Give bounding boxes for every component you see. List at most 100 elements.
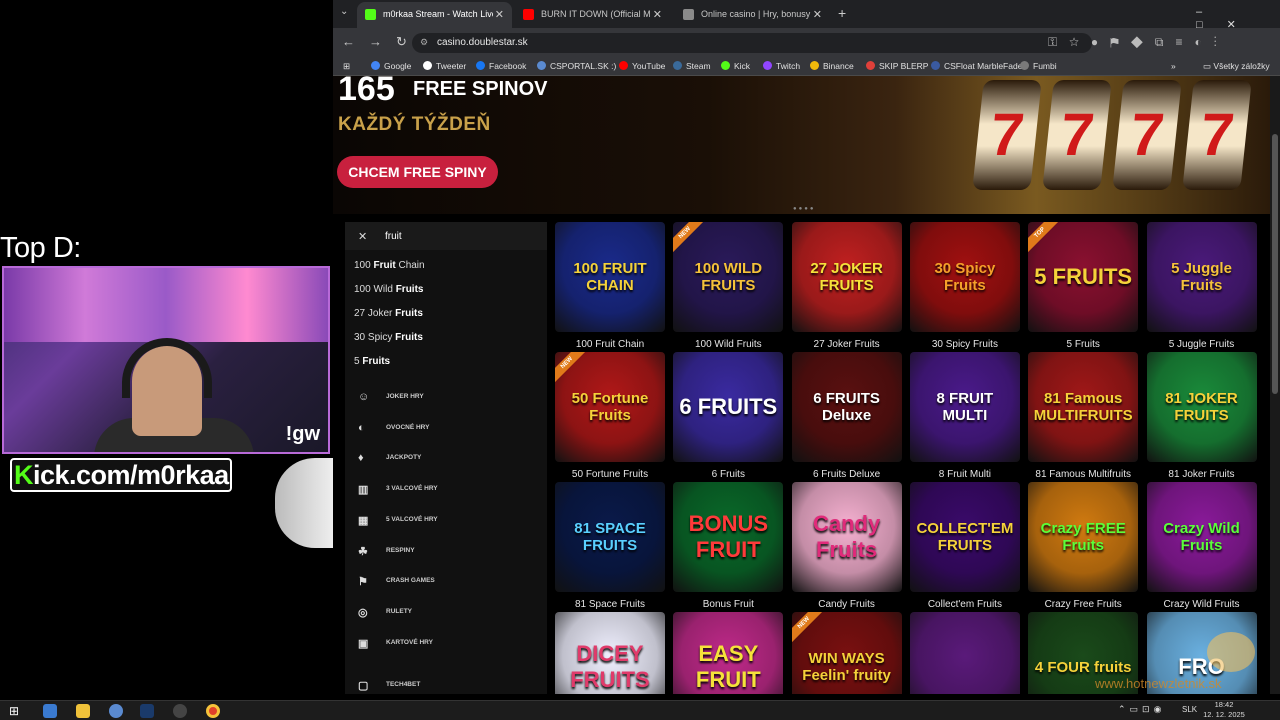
game-title[interactable]: 50 Fortune Fruits: [555, 469, 665, 480]
browser-tab[interactable]: m0rkaa Stream - Watch Live on Kick✕: [357, 2, 512, 28]
all-bookmarks-folder[interactable]: ▭ Všetky záložky: [1203, 61, 1270, 72]
game-title[interactable]: Collect'em Fruits: [910, 599, 1020, 610]
extension-icons[interactable]: ⚿☆●⚑◆⧉≡◐⋮: [1048, 35, 1229, 50]
category-5-valcov-hry[interactable]: ▦ 5 VALCOVÉ HRY: [345, 508, 547, 532]
bookmark-item[interactable]: Kick: [721, 61, 750, 71]
site-info-icon[interactable]: ⚙: [420, 37, 428, 48]
game-title[interactable]: Crazy Free Fruits: [1028, 599, 1138, 610]
game-thumbnail[interactable]: 81 JOKER FRUITS: [1146, 352, 1257, 462]
more-bookmarks-icon[interactable]: »: [1171, 61, 1176, 71]
game-card[interactable]: 81 SPACE FRUITS 81 Space Fruits: [555, 482, 665, 612]
game-thumbnail[interactable]: Candy Fruits: [791, 482, 902, 592]
bookmark-item[interactable]: Facebook: [476, 61, 526, 71]
category-kartov-hry[interactable]: ▣ KARTOVÉ HRY: [345, 631, 547, 655]
bookmark-item[interactable]: Twitch: [763, 61, 800, 71]
game-thumbnail[interactable]: 100 FRUIT CHAIN: [555, 222, 665, 332]
new-tab-button[interactable]: +: [838, 5, 846, 21]
bookmark-item[interactable]: SKIP BLERP: [866, 61, 928, 71]
game-thumbnail[interactable]: DICEY FRUITS: [555, 612, 665, 694]
bookmark-item[interactable]: Fumbi: [1020, 61, 1057, 71]
game-thumbnail[interactable]: 100 WILD FRUITS NEW: [673, 222, 784, 332]
bookmark-item[interactable]: Google: [371, 61, 411, 71]
browser-tab[interactable]: Online casino | Hry, bonusy a free spiny…: [675, 2, 830, 28]
game-thumbnail[interactable]: Crazy FREE Fruits: [1028, 482, 1139, 592]
game-title[interactable]: 100 Fruit Chain: [555, 339, 665, 350]
game-thumbnail[interactable]: 6 FRUITS Deluxe: [791, 352, 902, 462]
game-thumbnail[interactable]: 30 Spicy Fruits: [909, 222, 1020, 332]
category-tech4bet[interactable]: ▢ TECH4BET: [345, 673, 547, 694]
game-card[interactable]: 81 Famous MULTIFRUITS 81 Famous Multifrui…: [1028, 352, 1139, 482]
category-joker-hry[interactable]: ☺ JOKER HRY: [345, 385, 547, 409]
category-respiny[interactable]: ☘ RESPINY: [345, 539, 547, 563]
game-title[interactable]: 6 Fruits: [673, 469, 783, 480]
game-card[interactable]: WIN WAYS Feelin' fruity NEW: [791, 612, 902, 694]
browser-tab[interactable]: BURN IT DOWN (Official Music Video)✕: [515, 2, 670, 28]
search-suggestion[interactable]: 27 Joker Fruits: [354, 308, 423, 319]
search-suggestion[interactable]: 100 Fruit Chain: [354, 260, 425, 271]
game-card[interactable]: DICEY FRUITS: [555, 612, 665, 694]
game-search-input[interactable]: ✕ fruit: [345, 222, 547, 250]
game-thumbnail[interactable]: 5 FRUITS TOP: [1028, 222, 1139, 332]
system-tray-icons[interactable]: ⌃▭⊡◉: [1118, 704, 1165, 715]
free-spins-cta-button[interactable]: CHCEM FREE SPINY: [337, 156, 498, 188]
start-windows-icon[interactable]: ⊞: [9, 704, 23, 718]
game-card[interactable]: BONUS FRUIT Bonus Fruit: [673, 482, 784, 612]
game-title[interactable]: 30 Spicy Fruits: [910, 339, 1020, 350]
game-title[interactable]: 5 Juggle Fruits: [1147, 339, 1257, 350]
game-title[interactable]: 81 Space Fruits: [555, 599, 665, 610]
category-crash-games[interactable]: ⚑ CRASH GAMES: [345, 569, 547, 593]
game-card[interactable]: 30 Spicy Fruits 30 Spicy Fruits: [909, 222, 1020, 352]
game-thumbnail[interactable]: COLLECT'EM FRUITS: [909, 482, 1020, 592]
search-suggestion[interactable]: 5 Fruits: [354, 356, 390, 367]
game-card[interactable]: 8 FRUIT MULTI 8 Fruit Multi: [909, 352, 1020, 482]
game-thumbnail[interactable]: 5 Juggle Fruits: [1146, 222, 1257, 332]
clear-search-icon[interactable]: ✕: [358, 230, 367, 243]
game-title[interactable]: Crazy Wild Fruits: [1147, 599, 1257, 610]
game-card[interactable]: Candy Fruits Candy Fruits: [791, 482, 902, 612]
obs-icon[interactable]: [173, 704, 187, 718]
bookmark-item[interactable]: CSFloat MarbleFade: [931, 61, 1022, 71]
game-card[interactable]: EASY FRUIT: [673, 612, 784, 694]
game-card[interactable]: Crazy Wild Fruits Crazy Wild Fruits: [1146, 482, 1257, 612]
game-thumbnail[interactable]: WIN WAYS Feelin' fruity NEW: [791, 612, 902, 694]
game-title[interactable]: 8 Fruit Multi: [910, 469, 1020, 480]
game-thumbnail[interactable]: 6 FRUITS: [673, 352, 784, 462]
game-thumbnail[interactable]: 81 SPACE FRUITS: [555, 482, 665, 592]
game-thumbnail[interactable]: 81 Famous MULTIFRUITS: [1028, 352, 1139, 462]
bookmark-item[interactable]: Binance: [810, 61, 854, 71]
category-jackpoty[interactable]: ♦ JACKPOTY: [345, 446, 547, 470]
game-card[interactable]: 5 FRUITS TOP 5 Fruits: [1028, 222, 1139, 352]
close-tab-icon[interactable]: ✕: [653, 8, 662, 21]
url-input[interactable]: ⚙ casino.doublestar.sk: [412, 33, 1092, 53]
close-tab-icon[interactable]: ✕: [813, 8, 822, 21]
game-card[interactable]: 27 JOKER FRUITS 27 Joker Fruits: [791, 222, 902, 352]
search-suggestion[interactable]: 100 Wild Fruits: [354, 284, 423, 295]
game-thumbnail[interactable]: Crazy Wild Fruits: [1146, 482, 1257, 592]
chat-bubble-icon[interactable]: [1207, 632, 1255, 672]
game-thumbnail[interactable]: [909, 612, 1020, 694]
game-title[interactable]: 5 Fruits: [1028, 339, 1138, 350]
game-card[interactable]: Crazy FREE Fruits Crazy Free Fruits: [1028, 482, 1139, 612]
game-title[interactable]: 100 Wild Fruits: [673, 339, 783, 350]
tab-search-chevron-icon[interactable]: ⌄: [340, 6, 348, 17]
folder-icon[interactable]: [76, 704, 90, 718]
game-card[interactable]: 6 FRUITS 6 Fruits: [673, 352, 784, 482]
category-rulety[interactable]: ◎ RULETY: [345, 600, 547, 624]
bookmark-item[interactable]: Tweeter: [423, 61, 466, 71]
bookmark-item[interactable]: CSPORTAL.SK :): [537, 61, 616, 71]
language-indicator[interactable]: SLK: [1182, 705, 1197, 714]
game-card[interactable]: 5 Juggle Fruits 5 Juggle Fruits: [1146, 222, 1257, 352]
game-title[interactable]: 6 Fruits Deluxe: [792, 469, 902, 480]
game-card[interactable]: 81 JOKER FRUITS 81 Joker Fruits: [1146, 352, 1257, 482]
explorer-icon[interactable]: [43, 704, 57, 718]
chrome-profile-icon[interactable]: [109, 704, 123, 718]
game-card[interactable]: 100 FRUIT CHAIN 100 Fruit Chain: [555, 222, 665, 352]
close-tab-icon[interactable]: ✕: [495, 8, 504, 21]
game-thumbnail[interactable]: 27 JOKER FRUITS: [791, 222, 902, 332]
page-scrollbar[interactable]: [1270, 76, 1280, 694]
apps-grid-icon[interactable]: ⊞: [343, 61, 350, 72]
game-title[interactable]: Candy Fruits: [792, 599, 902, 610]
search-suggestion[interactable]: 30 Spicy Fruits: [354, 332, 423, 343]
category-3-valcov-hry[interactable]: ▥ 3 VALCOVÉ HRY: [345, 477, 547, 501]
bookmark-item[interactable]: Steam: [673, 61, 711, 71]
